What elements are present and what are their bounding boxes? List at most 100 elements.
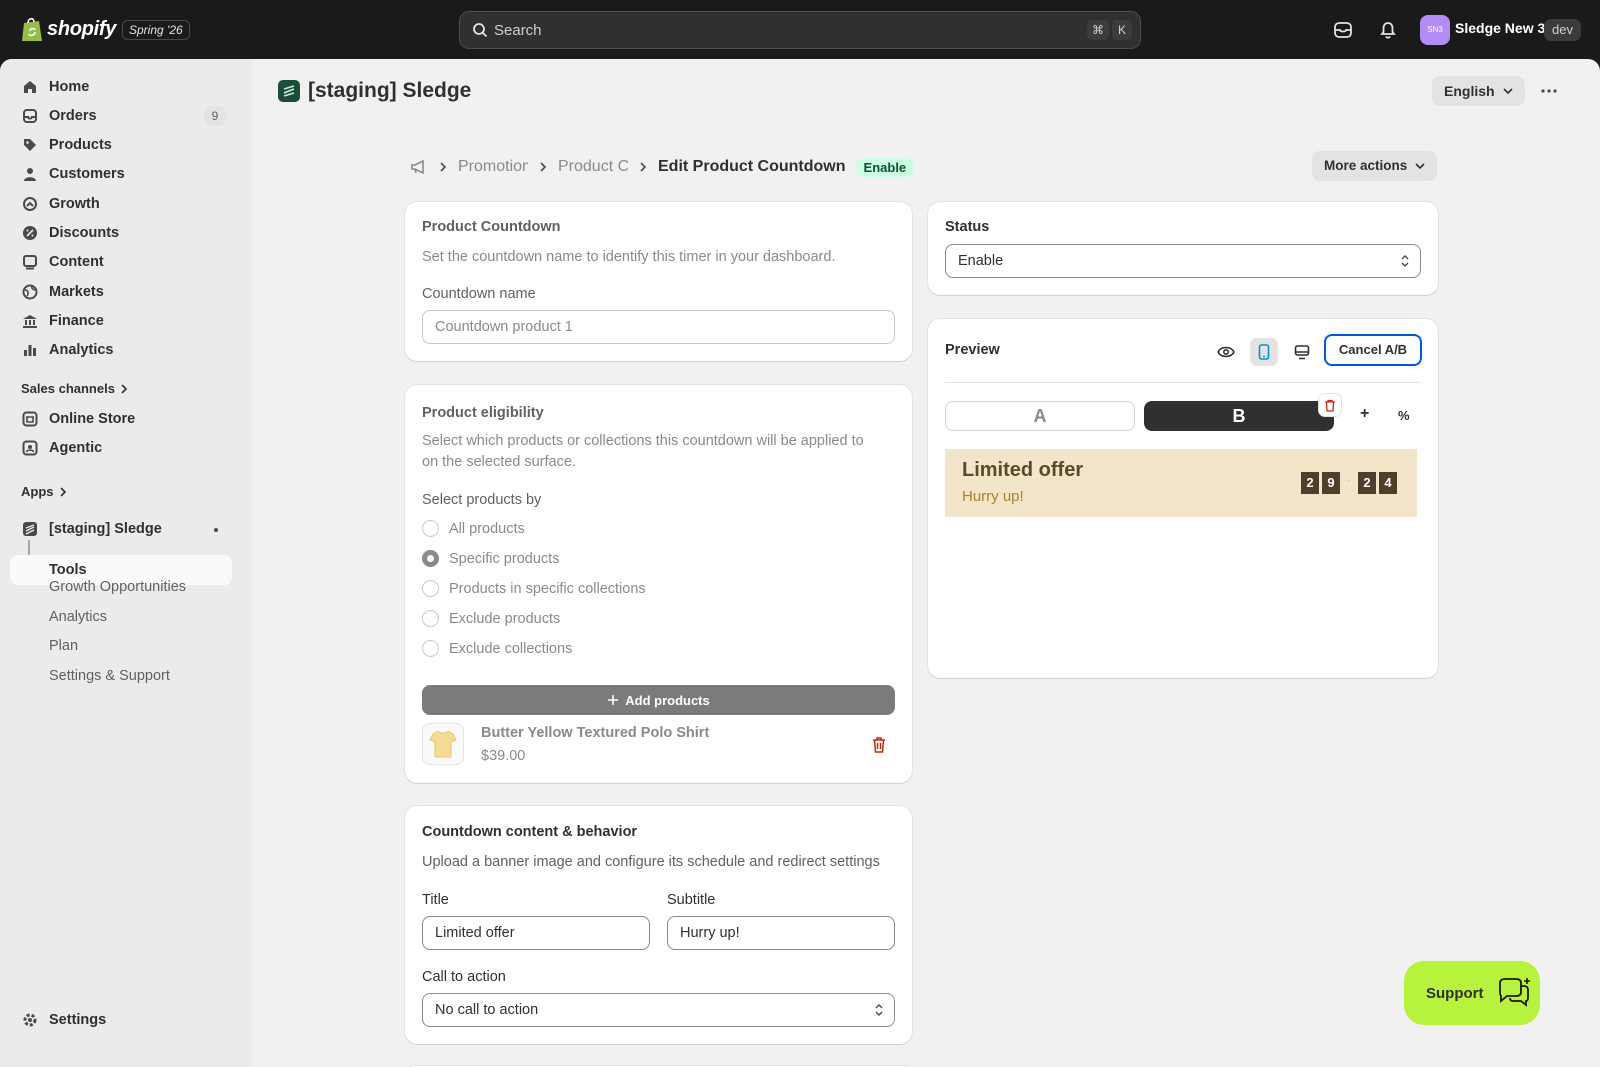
sidebar-item-growth-opportunities[interactable]: Growth Opportunities bbox=[49, 579, 186, 595]
shopify-bag-icon bbox=[22, 17, 42, 41]
status-select[interactable]: Enable bbox=[945, 244, 1421, 278]
radio-label: Specific products bbox=[449, 550, 560, 567]
add-products-button[interactable]: Add products bbox=[422, 685, 895, 715]
sidebar-item-markets[interactable]: Markets bbox=[10, 277, 232, 307]
environment-badge: dev bbox=[1544, 19, 1581, 41]
growth-icon bbox=[20, 194, 40, 214]
sidebar-item-orders[interactable]: Orders 9 bbox=[10, 101, 232, 131]
apps-label: Apps bbox=[21, 484, 54, 499]
cta-label: Call to action bbox=[422, 969, 506, 985]
pin-dot-icon bbox=[214, 528, 218, 532]
radio-exclude-collections[interactable]: Exclude collections bbox=[422, 640, 572, 657]
shopify-wordmark: shopify bbox=[47, 17, 117, 40]
eye-icon[interactable] bbox=[1212, 338, 1240, 366]
support-label: Support bbox=[1426, 984, 1484, 1002]
breadcrumb-product-countdown[interactable]: Product Countdown bbox=[558, 158, 628, 176]
discount-icon bbox=[20, 223, 40, 243]
variant-b-tab[interactable]: B bbox=[1144, 401, 1334, 431]
search-icon bbox=[473, 23, 488, 38]
shopify-logo[interactable]: shopify bbox=[21, 16, 116, 42]
sidebar-item-label: Tools bbox=[49, 562, 87, 578]
countdown-name-card: Product Countdown Set the countdown name… bbox=[405, 202, 912, 361]
add-variant-button[interactable]: + bbox=[1360, 405, 1369, 423]
select-products-by-label: Select products by bbox=[422, 492, 542, 508]
split-percent-button[interactable]: % bbox=[1398, 408, 1410, 423]
sledge-logo-icon bbox=[278, 80, 300, 102]
sidebar-item-online-store[interactable]: Online Store bbox=[10, 404, 232, 434]
delete-variant-button[interactable] bbox=[1319, 394, 1341, 416]
sidebar-item-customers[interactable]: Customers bbox=[10, 159, 232, 189]
countdown-banner-preview: Limited offer Hurry up! 2 9 · 2 4 bbox=[945, 449, 1417, 517]
mobile-view-icon[interactable] bbox=[1250, 338, 1278, 366]
sidebar-item-label: Customers bbox=[49, 166, 125, 182]
radio-exclude-products[interactable]: Exclude products bbox=[422, 610, 560, 627]
sales-channels-heading[interactable]: Sales channels bbox=[21, 381, 129, 396]
store-name[interactable]: Sledge New 3 bbox=[1455, 20, 1545, 36]
sidebar-item-content[interactable]: Content bbox=[10, 247, 232, 277]
store-avatar[interactable]: SN3 bbox=[1420, 15, 1450, 45]
sidebar-item-app-analytics[interactable]: Analytics bbox=[49, 609, 107, 625]
chevron-right-icon bbox=[59, 486, 66, 497]
cta-value: No call to action bbox=[435, 1002, 539, 1018]
language-select[interactable]: English bbox=[1432, 76, 1525, 106]
more-actions-button[interactable]: More actions bbox=[1312, 151, 1438, 181]
variant-a-tab[interactable]: A bbox=[945, 401, 1135, 431]
sidebar-item-agentic[interactable]: Agentic bbox=[10, 433, 232, 463]
sidebar-item-label: Analytics bbox=[49, 342, 114, 358]
sidebar-item-label: Online Store bbox=[49, 411, 136, 427]
polo-shirt-icon bbox=[429, 730, 457, 758]
sidebar-item-finance[interactable]: Finance bbox=[10, 306, 232, 336]
bell-icon[interactable] bbox=[1377, 19, 1399, 41]
search-bar[interactable]: Search ⌘ K bbox=[459, 11, 1141, 49]
tag-icon bbox=[20, 135, 40, 155]
chat-bubble-icon bbox=[1498, 978, 1530, 1007]
product-thumbnail bbox=[422, 723, 464, 765]
home-icon bbox=[20, 77, 40, 97]
timer-digit: 4 bbox=[1379, 472, 1397, 494]
sidebar-item-settings-support[interactable]: Settings & Support bbox=[49, 668, 170, 684]
status-card: Status Enable bbox=[928, 202, 1438, 295]
radio-products-in-collections[interactable]: Products in specific collections bbox=[422, 580, 646, 597]
breadcrumb-promotions[interactable]: Promotions bbox=[458, 158, 528, 176]
sidebar-item-plan[interactable]: Plan bbox=[49, 638, 78, 654]
desktop-view-icon[interactable] bbox=[1288, 338, 1316, 366]
sidebar-item-discounts[interactable]: Discounts bbox=[10, 218, 232, 248]
sidebar-item-analytics[interactable]: Analytics bbox=[10, 335, 232, 365]
divider bbox=[945, 382, 1421, 383]
radio-all-products[interactable]: All products bbox=[422, 520, 525, 537]
sidebar-item-settings[interactable]: Settings bbox=[10, 1005, 232, 1035]
title-label: Title bbox=[422, 892, 449, 908]
more-actions-label: More actions bbox=[1324, 158, 1408, 173]
sidebar-item-label: Content bbox=[49, 254, 104, 270]
sidebar-item-growth[interactable]: Growth bbox=[10, 189, 232, 219]
radio-specific-products[interactable]: Specific products bbox=[422, 550, 559, 567]
countdown-name-input[interactable]: Countdown product 1 bbox=[422, 310, 895, 344]
page-title: [staging] Sledge bbox=[308, 79, 472, 102]
sidebar-item-staging-sledge[interactable]: [staging] Sledge bbox=[10, 514, 232, 544]
title-input[interactable]: Limited offer bbox=[422, 916, 650, 950]
support-button[interactable]: Support bbox=[1404, 961, 1540, 1025]
apps-heading[interactable]: Apps bbox=[21, 484, 68, 499]
shortcut-cmd-key: ⌘ bbox=[1087, 20, 1109, 40]
product-price: $39.00 bbox=[481, 748, 526, 764]
cancel-ab-button[interactable]: Cancel A/B bbox=[1324, 334, 1422, 366]
status-badge: Enable bbox=[855, 157, 915, 177]
sidebar-item-label: Markets bbox=[49, 284, 104, 300]
sidebar-item-label: Orders bbox=[49, 108, 97, 124]
orders-icon bbox=[20, 106, 40, 126]
sidebar-item-label: Discounts bbox=[49, 225, 120, 241]
sidebar-item-home[interactable]: Home bbox=[10, 72, 232, 102]
sales-channels-label: Sales channels bbox=[21, 381, 115, 396]
trash-icon[interactable] bbox=[871, 736, 887, 754]
agentic-icon bbox=[20, 438, 40, 458]
subtitle-input[interactable]: Hurry up! bbox=[667, 916, 895, 950]
countdown-name-label: Countdown name bbox=[422, 286, 536, 302]
cta-select[interactable]: No call to action bbox=[422, 993, 895, 1027]
card-title: Preview bbox=[945, 342, 1000, 358]
chevron-right-icon bbox=[440, 162, 447, 172]
top-bar: shopify Spring '26 Search ⌘ K SN3 Sledge… bbox=[0, 0, 1600, 59]
more-menu-icon[interactable] bbox=[1535, 79, 1563, 103]
sidebar-item-products[interactable]: Products bbox=[10, 130, 232, 160]
inbox-icon[interactable] bbox=[1332, 19, 1354, 41]
megaphone-icon[interactable] bbox=[410, 158, 428, 176]
